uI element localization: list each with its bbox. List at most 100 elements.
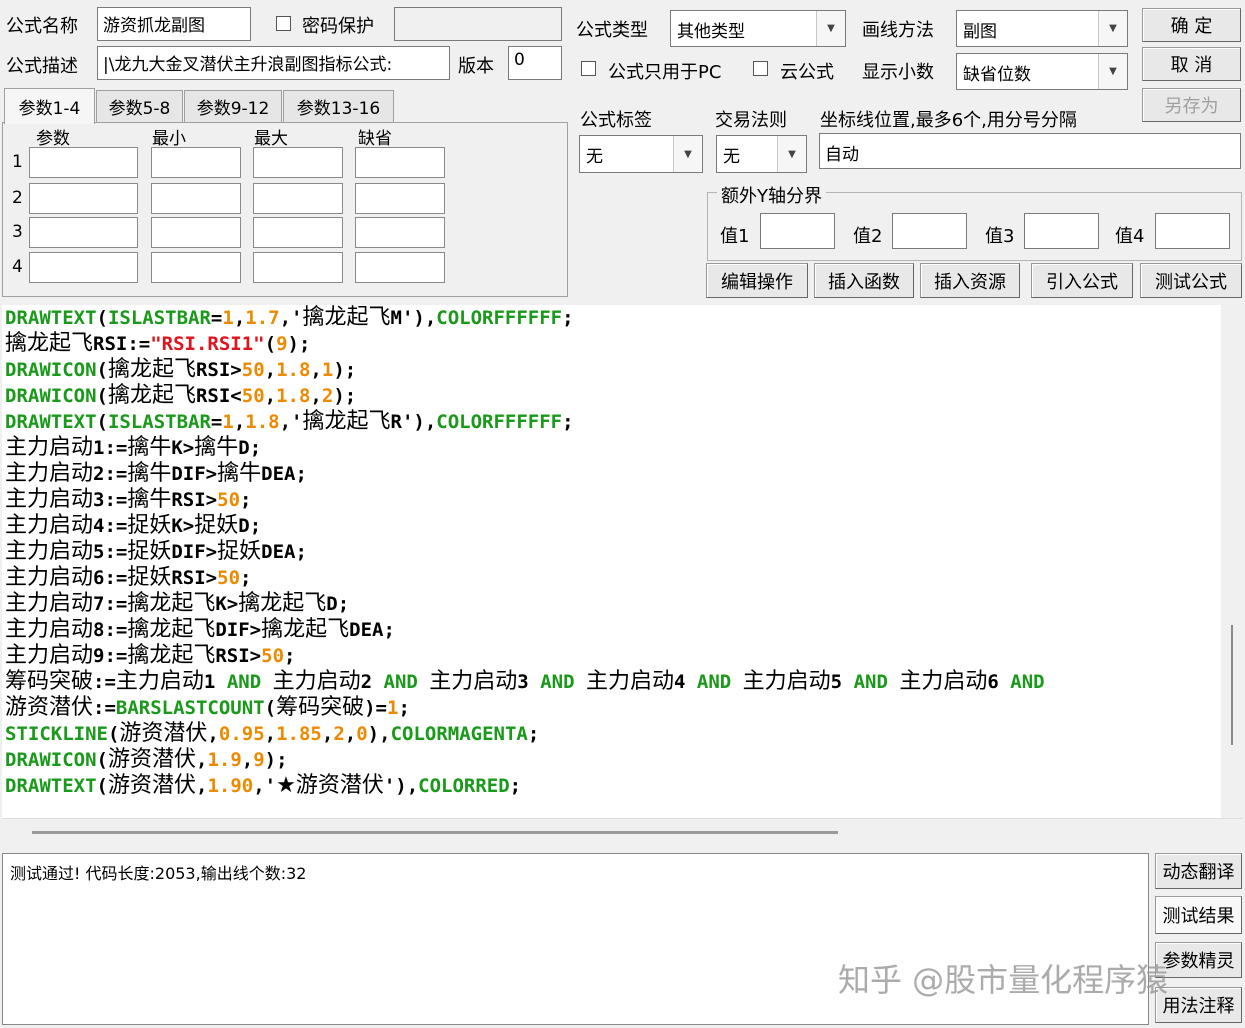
code-line: 主力启动6:=捉妖RSI>50;: [5, 565, 252, 590]
code-line: 主力启动5:=捉妖DIF>捉妖DEA;: [5, 539, 307, 564]
trade-rule-select[interactable]: 无 ▼: [716, 135, 807, 173]
param-row-number: 2: [12, 188, 23, 208]
y-value1-input[interactable]: [760, 213, 835, 249]
formula-name-label: 公式名称: [6, 16, 78, 37]
param-col-header: 参数: [36, 129, 70, 149]
code-line: 主力启动1:=擒牛K>擒牛D;: [5, 435, 262, 460]
version-input[interactable]: 0: [508, 46, 562, 80]
cloud-label: 云公式: [780, 62, 834, 83]
code-line: 主力启动4:=捉妖K>捉妖D;: [5, 513, 262, 538]
code-line: 主力启动9:=擒龙起飞RSI>50;: [5, 643, 296, 668]
horizontal-scrollbar[interactable]: [2, 818, 1242, 849]
param-name-input[interactable]: [29, 217, 138, 248]
formula-name-input[interactable]: 游资抓龙副图: [97, 7, 251, 41]
param-default-input[interactable]: [355, 252, 445, 283]
chevron-down-icon[interactable]: ▼: [777, 136, 806, 172]
chevron-down-icon[interactable]: ▼: [1098, 54, 1127, 89]
save-as-button[interactable]: 另存为: [1142, 88, 1241, 122]
password-checkbox[interactable]: [276, 16, 291, 31]
ok-button[interactable]: 确 定: [1142, 8, 1241, 42]
password-label: 密码保护: [302, 16, 374, 37]
formula-type-label: 公式类型: [576, 20, 648, 41]
chevron-down-icon[interactable]: ▼: [816, 11, 845, 46]
y-value4-input[interactable]: [1155, 213, 1230, 249]
import-formula-button[interactable]: 引入公式: [1031, 263, 1133, 298]
draw-method-select[interactable]: 副图 ▼: [956, 10, 1128, 47]
trade-rule-value: 无: [723, 147, 740, 167]
horizontal-scroll-thumb[interactable]: [32, 831, 838, 834]
param-row-number: 4: [12, 257, 23, 277]
param-min-input[interactable]: [151, 217, 241, 248]
watermark: 知乎 @股市量化程序猿: [838, 961, 1169, 999]
code-editor[interactable]: DRAWTEXT(ISLASTBAR=1,1.7,'擒龙起飞M'),COLORF…: [2, 305, 1221, 818]
code-line: 游资潜伏:=BARSLASTCOUNT(筹码突破)=1;: [5, 695, 410, 720]
tab-params-1-4[interactable]: 参数1-4: [4, 88, 95, 124]
y-value1-label: 值1: [720, 226, 750, 247]
code-line: DRAWTEXT(游资潜伏,1.90,'★游资潜伏'),COLORRED;: [5, 773, 522, 798]
param-max-input[interactable]: [253, 217, 343, 248]
param-max-input[interactable]: [253, 147, 343, 178]
param-name-input[interactable]: [29, 252, 138, 283]
pc-only-label: 公式只用于PC: [608, 62, 722, 83]
tab-params-5-8[interactable]: 参数5-8: [96, 90, 183, 122]
cancel-button[interactable]: 取 消: [1142, 47, 1241, 81]
param-default-input[interactable]: [355, 217, 445, 248]
dynamic-translate-button[interactable]: 动态翻译: [1155, 853, 1242, 889]
code-line: STICKLINE(游资潜伏,0.95,1.85,2,0),COLORMAGEN…: [5, 721, 540, 746]
vertical-scroll-thumb[interactable]: [1231, 625, 1233, 745]
param-min-input[interactable]: [151, 252, 241, 283]
coord-line-label: 坐标线位置,最多6个,用分号分隔: [820, 110, 1077, 131]
param-name-input[interactable]: [29, 147, 138, 178]
chevron-down-icon[interactable]: ▼: [1098, 11, 1127, 46]
param-max-input[interactable]: [253, 183, 343, 214]
password-input[interactable]: [394, 7, 562, 41]
decimal-label: 显示小数: [862, 62, 934, 83]
y-value2-input[interactable]: [892, 213, 967, 249]
code-line: 主力启动8:=擒龙起飞DIF>擒龙起飞DEA;: [5, 617, 395, 642]
chevron-down-icon[interactable]: ▼: [673, 136, 702, 172]
param-min-input[interactable]: [151, 147, 241, 178]
formula-tag-select[interactable]: 无 ▼: [579, 135, 703, 173]
formula-type-select[interactable]: 其他类型 ▼: [670, 10, 846, 47]
tab-params-13-16[interactable]: 参数13-16: [283, 90, 394, 122]
y-value3-input[interactable]: [1024, 213, 1099, 249]
trade-rule-label: 交易法则: [715, 110, 787, 131]
y-axis-group-label: 额外Y轴分界: [717, 182, 826, 208]
decimal-select[interactable]: 缺省位数 ▼: [956, 53, 1128, 90]
formula-type-value: 其他类型: [677, 22, 745, 42]
formula-desc-input[interactable]: |\龙九大金叉潜伏主升浪副图指标公式:: [97, 46, 450, 80]
tab-params-9-12[interactable]: 参数9-12: [184, 90, 282, 122]
param-default-input[interactable]: [355, 147, 445, 178]
formula-desc-label: 公式描述: [6, 56, 78, 77]
formula-tag-label: 公式标签: [580, 110, 652, 131]
param-row-number: 3: [12, 222, 23, 242]
insert-function-button[interactable]: 插入函数: [814, 263, 914, 298]
code-line: DRAWICON(擒龙起飞RSI>50,1.8,1);: [5, 357, 357, 382]
param-name-input[interactable]: [29, 183, 138, 214]
param-max-input[interactable]: [253, 252, 343, 283]
decimal-value: 缺省位数: [963, 65, 1031, 85]
code-line: 擒龙起飞RSI:="RSI.RSI1"(9);: [5, 331, 311, 356]
max-col-header: 最大: [254, 129, 288, 149]
version-label: 版本: [458, 56, 494, 77]
insert-resource-button[interactable]: 插入资源: [920, 263, 1020, 298]
param-row-number: 1: [12, 152, 23, 172]
test-formula-button[interactable]: 测试公式: [1140, 263, 1242, 298]
test-output-text: 测试通过! 代码长度:2053,输出线个数:32: [10, 864, 307, 883]
code-line: 主力启动7:=擒龙起飞K>擒龙起飞D;: [5, 591, 350, 616]
vertical-scrollbar[interactable]: [1222, 305, 1242, 818]
code-line: 主力启动3:=擒牛RSI>50;: [5, 487, 252, 512]
edit-ops-button[interactable]: 编辑操作: [706, 263, 808, 298]
coord-line-input[interactable]: 自动: [819, 133, 1241, 169]
param-min-input[interactable]: [151, 183, 241, 214]
draw-method-value: 副图: [963, 22, 997, 42]
y-value3-label: 值3: [985, 226, 1015, 247]
param-default-input[interactable]: [355, 183, 445, 214]
test-result-button[interactable]: 测试结果: [1155, 896, 1242, 934]
pc-only-checkbox[interactable]: [581, 61, 596, 76]
code-line: DRAWICON(游资潜伏,1.9,9);: [5, 747, 288, 772]
code-line: DRAWTEXT(ISLASTBAR=1,1.8,'擒龙起飞R'),COLORF…: [5, 409, 574, 434]
code-line: 筹码突破:=主力启动1 AND 主力启动2 AND 主力启动3 AND 主力启动…: [5, 669, 1045, 694]
y-value2-label: 值2: [853, 226, 883, 247]
cloud-checkbox[interactable]: [753, 61, 768, 76]
